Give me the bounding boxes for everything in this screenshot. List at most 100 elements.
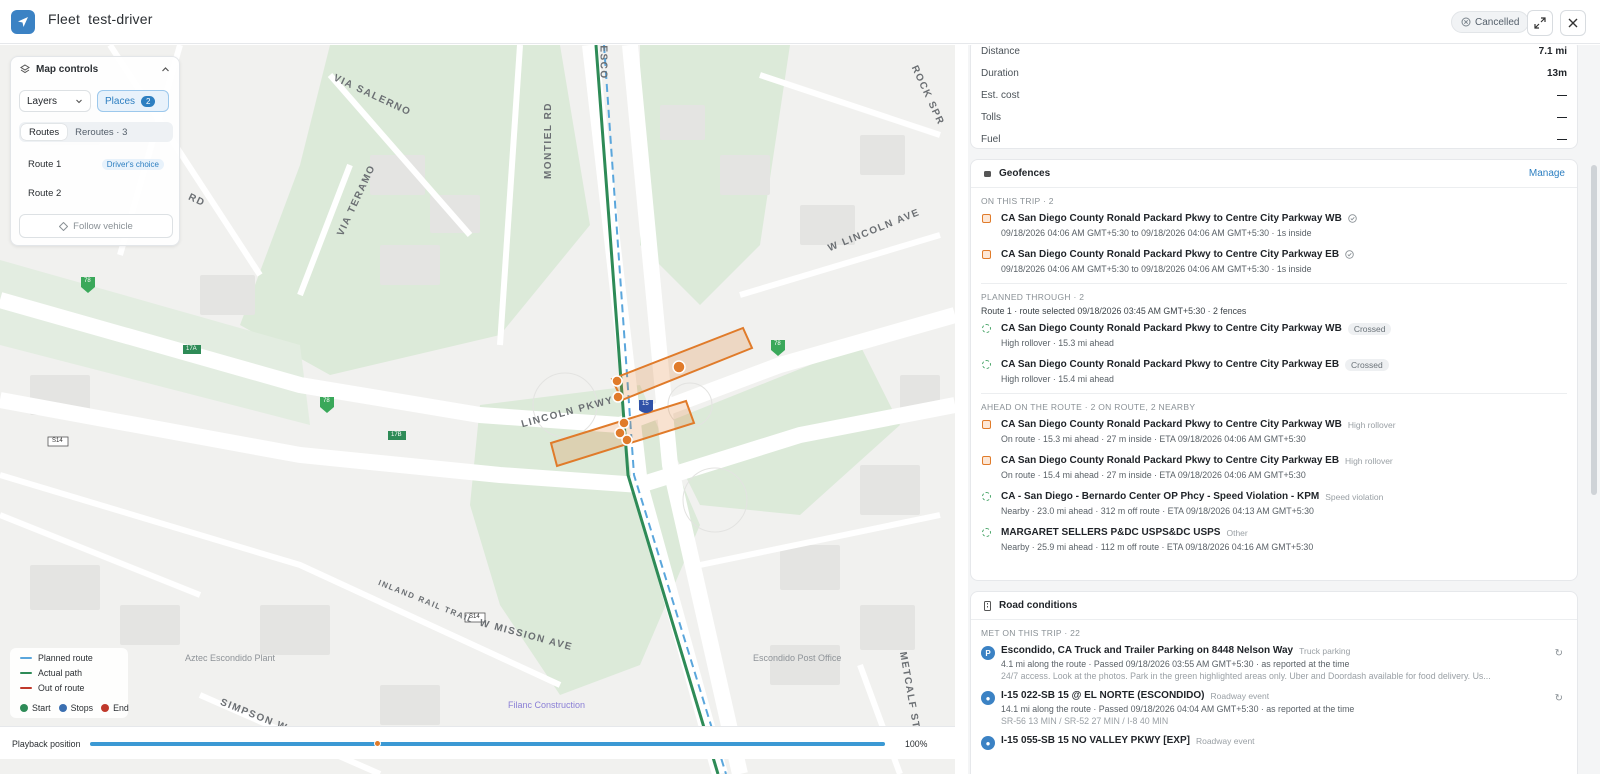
geofence-nearby-icon (982, 324, 991, 333)
on-trip-section-label: ON THIS TRIP · 2 (981, 196, 1054, 206)
summary-row: Distance 7.1 mi (971, 45, 1577, 62)
route-1-item[interactable]: Route 1 Driver's choice (19, 152, 173, 176)
summary-row: Fuel — (971, 128, 1577, 150)
summary-key: Fuel (981, 133, 1001, 145)
shield-78-c: 78 (774, 341, 781, 347)
geofence-item[interactable]: CA San Diego County Ronald Packard Pkwy … (971, 318, 1577, 354)
map-controls-panel: Map controls Layers Places 2 Routes Rero… (10, 56, 180, 246)
geofence-detail: High rollover · 15.3 mi ahead (1001, 337, 1114, 348)
road-conditions-header: Road conditions (971, 592, 1577, 620)
app-name: Fleet (48, 11, 81, 27)
playback-slider[interactable] (90, 740, 885, 747)
expand-button[interactable] (1527, 10, 1553, 36)
check-circle-icon (1345, 250, 1354, 259)
geofence-item[interactable]: CA San Diego County Ronald Packard Pkwy … (971, 244, 1577, 280)
road-condition-name: Escondido, CA Truck and Trailer Parking … (1001, 645, 1294, 656)
close-icon (1568, 18, 1578, 28)
close-button[interactable] (1560, 10, 1586, 36)
exit-17b: 17B (391, 432, 402, 438)
geofence-name-row: CA San Diego County Ronald Packard Pkwy … (1001, 321, 1567, 336)
trip-summary-card: Distance 7.1 mi Duration 13m Est. cost — Tolls… (970, 45, 1578, 149)
roadway-event-icon: ● (981, 691, 995, 705)
legend-planned-label: Planned route (38, 653, 93, 663)
geofence-tag: Speed violation (1325, 491, 1384, 502)
geofence-name: CA San Diego County Ronald Packard Pkwy … (1001, 419, 1342, 430)
layers-dropdown[interactable]: Layers (19, 90, 91, 112)
geofence-item[interactable]: CA San Diego County Ronald Packard Pkwy … (971, 208, 1577, 244)
geofence-tag: Crossed (1345, 358, 1389, 371)
geofence-name-row: CA San Diego County Ronald Packard Pkwy … (1001, 417, 1567, 432)
layers-icon (20, 64, 30, 74)
chevron-up-icon[interactable] (161, 65, 170, 74)
geofence-name-row: CA San Diego County Ronald Packard Pkwy … (1001, 211, 1567, 226)
manage-link[interactable]: Manage (1529, 168, 1565, 179)
fleet-logo-icon (11, 10, 35, 34)
geofence-item[interactable]: CA San Diego County Ronald Packard Pkwy … (971, 414, 1577, 450)
history-icon[interactable]: ↻ (1555, 693, 1563, 704)
route-1-label: Route 1 (28, 158, 62, 170)
history-icon[interactable]: ↻ (1555, 648, 1563, 659)
summary-row: Tolls — (971, 106, 1577, 128)
geofence-item[interactable]: CA - San Diego - Bernardo Center OP Phcy… (971, 486, 1577, 522)
playback-bar: Playback position 100% (0, 726, 955, 759)
geofence-name-row: CA San Diego County Ronald Packard Pkwy … (1001, 453, 1567, 468)
ahead-list: CA San Diego County Ronald Packard Pkwy … (971, 414, 1577, 558)
legend-actual-label: Actual path (38, 668, 83, 678)
map-canvas[interactable]: VIA SALERNO VIA TERAMO MONTIEL RD W LINC… (0, 45, 955, 774)
road-condition-item[interactable]: ● I-15 055-SB 15 NO VALLEY PKWY [EXP] Road… (971, 730, 1577, 770)
tab-reroutes[interactable]: Reroutes · 3 (67, 124, 135, 140)
tab-routes[interactable]: Routes (21, 124, 68, 140)
geofence-onroute-icon (982, 214, 991, 223)
stops-dot-icon (58, 704, 67, 712)
geofence-detail: Nearby · 23.0 mi ahead · 312 m off route… (1001, 505, 1314, 516)
road-condition-title-row: I-15 055-SB 15 NO VALLEY PKWY [EXP] Roadw… (1001, 733, 1567, 748)
road-condition-tag: Roadway event (1210, 690, 1270, 701)
road-condition-item[interactable]: ● I-15 022-SB 15 @ EL NORTE (ESCONDIDO) Ro… (971, 685, 1577, 730)
summary-value: 13m (1546, 67, 1567, 79)
geofence-name: CA San Diego County Ronald Packard Pkwy … (1001, 323, 1342, 334)
on-trip-list: CA San Diego County Ronald Packard Pkwy … (971, 208, 1577, 280)
road-condition-item[interactable]: P Escondido, CA Truck and Trailer Parking… (971, 640, 1577, 685)
street-label-esco: ESCO (597, 45, 609, 80)
end-dot-icon (101, 704, 110, 712)
summary-key: Est. cost (981, 89, 1020, 101)
street-label-montiel: MONTIEL RD (543, 101, 555, 180)
geofence-name-row: MARGARET SELLERS P&DC USPS&DC USPS Other (1001, 525, 1567, 540)
legend-out-label: Out of route (38, 683, 85, 693)
geofence-item[interactable]: MARGARET SELLERS P&DC USPS&DC USPS Other N… (971, 522, 1577, 558)
legend-actual: Actual path (20, 668, 82, 678)
route-2-item[interactable]: Route 2 (19, 181, 173, 205)
expand-icon (1534, 17, 1546, 29)
summary-value: 7.1 mi (1538, 45, 1567, 57)
drivers-choice-badge: Driver's choice (101, 158, 164, 170)
shield-78-a: 78 (84, 278, 91, 284)
geofence-item[interactable]: CA San Diego County Ronald Packard Pkwy … (971, 450, 1577, 486)
legend-planned: Planned route (20, 653, 93, 663)
geofence-detail: 09/18/2026 04:06 AM GMT+5:30 to 09/18/20… (1001, 263, 1312, 274)
road-icon (984, 600, 991, 611)
playback-percent: 100% (905, 739, 928, 749)
panel-scrollbar[interactable] (1591, 165, 1597, 495)
places-dropdown[interactable]: Places 2 (97, 90, 169, 112)
road-conditions-title: Road conditions (999, 600, 1078, 611)
map-legend: Planned route Actual path Out of route S… (10, 648, 129, 718)
map-controls-header[interactable]: Map controls (11, 57, 179, 81)
exit-17a: 17A (186, 346, 197, 352)
check-circle-icon (1348, 214, 1357, 223)
playback-event-marker[interactable] (374, 740, 381, 747)
planned-list: CA San Diego County Ronald Packard Pkwy … (971, 318, 1577, 390)
route-tabs: Routes Reroutes · 3 (19, 122, 173, 142)
summary-value: — (1557, 133, 1567, 145)
geofence-nearby-icon (982, 528, 991, 537)
geofences-title: Geofences (999, 168, 1051, 179)
road-condition-tag: Roadway event (1195, 735, 1255, 746)
geofence-item[interactable]: CA San Diego County Ronald Packard Pkwy … (971, 354, 1577, 390)
geofences-header: Geofences Manage (971, 160, 1577, 188)
geofence-detail: Nearby · 25.9 mi ahead · 112 m off route… (1001, 541, 1314, 552)
met-section-label: MET ON THIS TRIP · 22 (981, 628, 1081, 638)
geofence-name: CA San Diego County Ronald Packard Pkwy … (1001, 249, 1340, 260)
follow-vehicle-button[interactable]: Follow vehicle (19, 214, 173, 238)
ahead-section-label: AHEAD ON THE ROUTE · 2 ON ROUTE, 2 NEARB… (981, 402, 1196, 412)
road-condition-name: I-15 055-SB 15 NO VALLEY PKWY [EXP] (1001, 735, 1190, 746)
places-label: Places (105, 95, 136, 107)
